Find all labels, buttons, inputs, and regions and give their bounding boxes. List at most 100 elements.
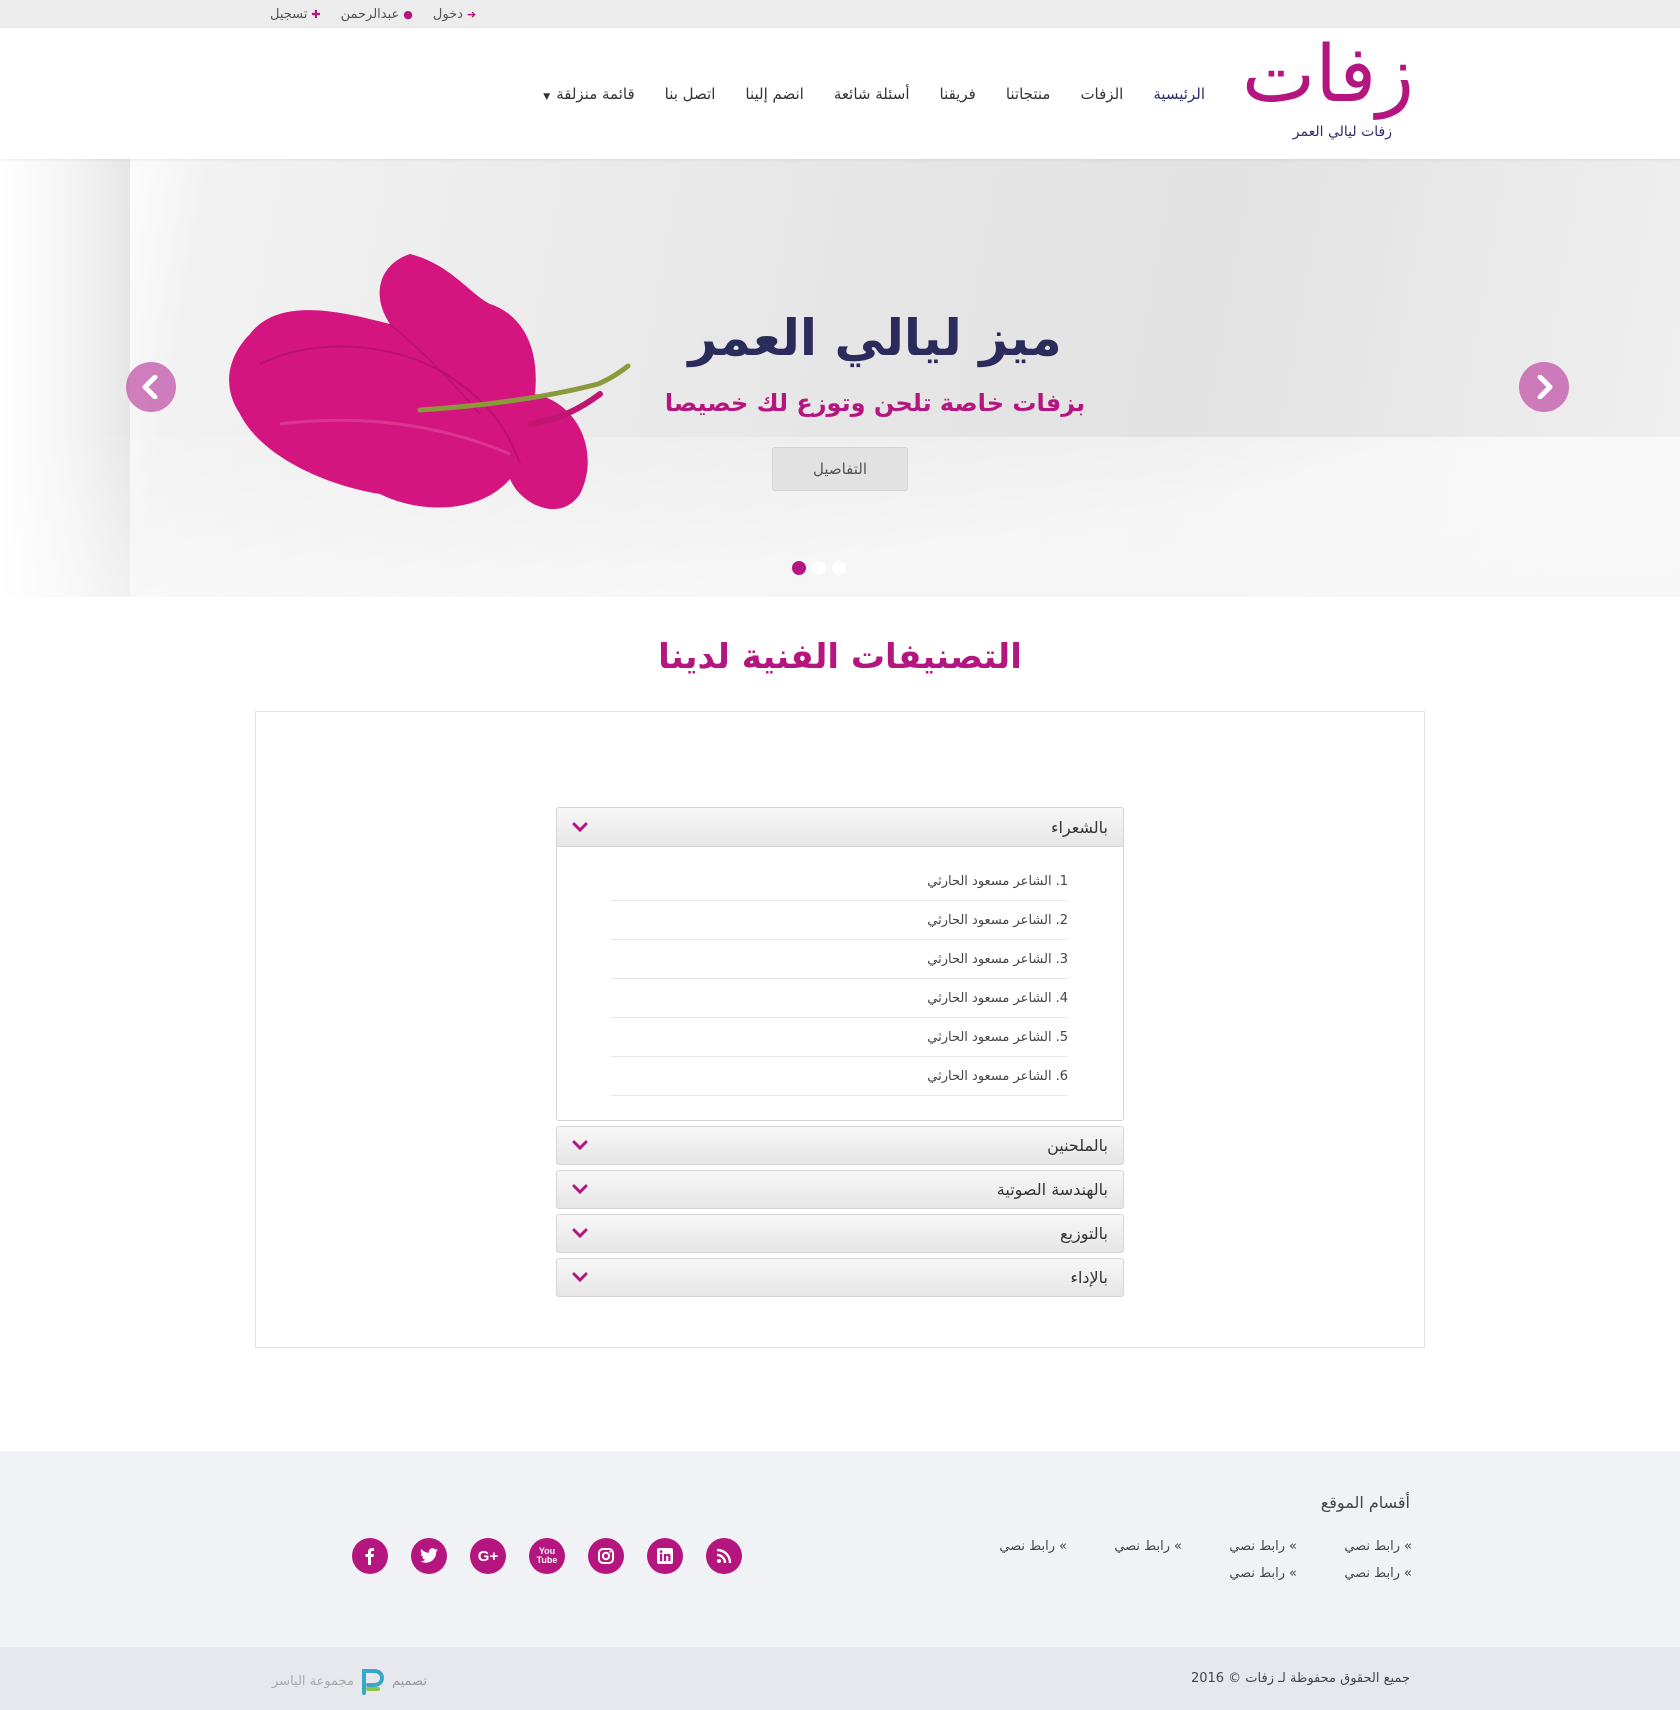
accordion-header-composers[interactable]: بالملحنين bbox=[556, 1126, 1124, 1165]
list-item[interactable]: 4. الشاعر مسعود الحارثي bbox=[611, 979, 1068, 1018]
user-link[interactable]: ● عبدالرحمن bbox=[341, 7, 413, 22]
nav-item-dropdown[interactable]: قائمة منزلقة ▼ bbox=[528, 85, 649, 103]
design-label: تصميم bbox=[391, 1673, 427, 1689]
dropdown-label: قائمة منزلقة bbox=[556, 84, 635, 103]
next-slide-button[interactable] bbox=[1519, 362, 1569, 412]
double-angle-icon: » bbox=[1059, 1539, 1067, 1554]
details-button[interactable]: التفاصيل bbox=[772, 447, 908, 491]
accordion-title: بالإداء bbox=[1070, 1268, 1108, 1287]
list-item-number: 6. bbox=[1055, 1068, 1068, 1084]
facebook-icon[interactable] bbox=[352, 1538, 388, 1574]
nav-item-home[interactable]: الرئيسية bbox=[1138, 85, 1220, 103]
instagram-icon[interactable] bbox=[588, 1538, 624, 1574]
social-links: G+ You Tube bbox=[352, 1538, 742, 1574]
top-bar: ✚ تسجيل ● عبدالرحمن ➜ دخول bbox=[0, 0, 1680, 28]
chevron-down-icon bbox=[572, 1136, 588, 1155]
categories-panel: بالشعراء 1. الشاعر مسعود الحارثي 2. الشاعر… bbox=[255, 711, 1425, 1348]
footer-link[interactable]: »رابط نصي bbox=[1067, 1539, 1182, 1554]
accordion-title: بالملحنين bbox=[1047, 1136, 1108, 1155]
slider-dots bbox=[792, 561, 846, 575]
list-item[interactable]: 2. الشاعر مسعود الحارثي bbox=[611, 901, 1068, 940]
accordion-header-distribution[interactable]: بالتوزيع bbox=[556, 1214, 1124, 1253]
hero-subtitle: بزفات خاصة تلحن وتوزع لك خصيصا bbox=[664, 389, 1086, 417]
chevron-left-icon bbox=[142, 375, 158, 399]
footer-link[interactable]: »رابط نصي bbox=[1182, 1539, 1297, 1554]
user-label: عبدالرحمن bbox=[340, 6, 400, 22]
sign-in-icon: ➜ bbox=[466, 7, 477, 21]
site-header: زفات زفات ليالي العمر الرئيسية الزفات من… bbox=[0, 28, 1680, 159]
nav-item-faq[interactable]: أسئلة شائعة bbox=[819, 85, 925, 103]
logo-text: زفات bbox=[1241, 29, 1414, 120]
designer-logo-icon bbox=[361, 1669, 384, 1695]
list-item-number: 5. bbox=[1055, 1029, 1068, 1045]
user-plus-icon: ✚ bbox=[311, 7, 321, 21]
list-item-label: الشاعر مسعود الحارثي bbox=[927, 951, 1052, 967]
slider-dot-1[interactable] bbox=[792, 561, 806, 575]
main-nav: الرئيسية الزفات منتجاتنا فريقنا أسئلة شا… bbox=[528, 85, 1220, 103]
accordion-header-performance[interactable]: بالإداء bbox=[556, 1258, 1124, 1297]
list-item[interactable]: 6. الشاعر مسعود الحارثي bbox=[611, 1057, 1068, 1096]
footer-links: »رابط نصي »رابط نصي »رابط نصي »رابط نصي … bbox=[992, 1539, 1412, 1581]
footer-link[interactable]: »رابط نصي bbox=[1182, 1566, 1297, 1581]
nav-item-team[interactable]: فريقنا bbox=[925, 85, 991, 103]
footer-link[interactable]: »رابط نصي bbox=[1297, 1566, 1412, 1581]
logo-tagline: زفات ليالي العمر bbox=[1292, 123, 1392, 140]
hero-title: ميز ليالي العمر bbox=[688, 309, 1062, 367]
accordion-title: بالهندسة الصوتية bbox=[996, 1180, 1108, 1199]
copyright-bar: جميع الحقوق محفوظة لـ زفات © 2016 تصميم … bbox=[0, 1647, 1680, 1710]
register-link[interactable]: ✚ تسجيل bbox=[270, 7, 321, 22]
list-item-number: 1. bbox=[1055, 873, 1068, 889]
section-title: التصنيفات الفنية لدينا bbox=[658, 637, 1022, 677]
login-label: دخول bbox=[432, 6, 463, 22]
double-angle-icon: » bbox=[1174, 1539, 1182, 1554]
list-item-label: الشاعر مسعود الحارثي bbox=[927, 873, 1052, 889]
categories-accordion: بالشعراء 1. الشاعر مسعود الحارثي 2. الشاعر… bbox=[556, 807, 1124, 1302]
chevron-down-icon bbox=[572, 1268, 588, 1287]
accordion-body-poets: 1. الشاعر مسعود الحارثي 2. الشاعر مسعود ال… bbox=[557, 847, 1123, 1120]
list-item-number: 3. bbox=[1055, 951, 1068, 967]
login-link[interactable]: ➜ دخول bbox=[433, 7, 476, 22]
google-plus-icon[interactable]: G+ bbox=[470, 1538, 506, 1574]
double-angle-icon: » bbox=[1289, 1539, 1297, 1554]
copyright-text: جميع الحقوق محفوظة لـ زفات © 2016 bbox=[1190, 1671, 1410, 1686]
double-angle-icon: » bbox=[1289, 1566, 1297, 1581]
list-item-label: الشاعر مسعود الحارثي bbox=[927, 990, 1052, 1006]
youtube-icon[interactable]: You Tube bbox=[529, 1538, 565, 1574]
footer-link[interactable]: »رابط نصي bbox=[1297, 1539, 1412, 1554]
chevron-right-icon bbox=[1537, 375, 1553, 399]
hero-slider: ميز ليالي العمر بزفات خاصة تلحن وتوزع لك… bbox=[0, 159, 1680, 597]
designer-name: مجموعة الياسر bbox=[272, 1673, 354, 1689]
list-item[interactable]: 3. الشاعر مسعود الحارثي bbox=[611, 940, 1068, 979]
footer-link[interactable]: »رابط نصي bbox=[952, 1539, 1067, 1554]
register-label: تسجيل bbox=[270, 6, 308, 22]
caret-down-icon: ▼ bbox=[543, 91, 551, 102]
nav-item-zaffat[interactable]: الزفات bbox=[1065, 85, 1138, 103]
prev-slide-button[interactable] bbox=[126, 362, 176, 412]
chevron-down-icon bbox=[572, 1180, 588, 1199]
user-icon: ● bbox=[403, 7, 413, 21]
list-item-label: الشاعر مسعود الحارثي bbox=[927, 1029, 1052, 1045]
chevron-down-icon bbox=[572, 1224, 588, 1243]
footer-title: أقسام الموقع bbox=[1320, 1493, 1410, 1512]
accordion-title: بالتوزيع bbox=[1060, 1224, 1108, 1243]
poets-list: 1. الشاعر مسعود الحارثي 2. الشاعر مسعود ال… bbox=[611, 862, 1068, 1096]
linkedin-icon[interactable] bbox=[647, 1538, 683, 1574]
list-item-number: 4. bbox=[1055, 990, 1068, 1006]
nav-item-join[interactable]: انضم إلينا bbox=[730, 85, 818, 103]
nav-item-contact[interactable]: اتصل بنا bbox=[650, 85, 731, 103]
site-footer: أقسام الموقع »رابط نصي »رابط نصي »رابط ن… bbox=[0, 1451, 1680, 1647]
twitter-icon[interactable] bbox=[411, 1538, 447, 1574]
site-logo[interactable]: زفات زفات ليالي العمر bbox=[1242, 36, 1418, 144]
slider-dot-2[interactable] bbox=[812, 561, 826, 575]
designer-credit[interactable]: تصميم مجموعة الياسر bbox=[272, 1667, 427, 1695]
list-item[interactable]: 5. الشاعر مسعود الحارثي bbox=[611, 1018, 1068, 1057]
slider-dot-3[interactable] bbox=[832, 561, 846, 575]
accordion-header-poets[interactable]: بالشعراء bbox=[557, 808, 1123, 847]
list-item-label: الشاعر مسعود الحارثي bbox=[927, 912, 1052, 928]
rss-icon[interactable] bbox=[706, 1538, 742, 1574]
accordion-header-sound-engineering[interactable]: بالهندسة الصوتية bbox=[556, 1170, 1124, 1209]
accordion-item-poets: بالشعراء 1. الشاعر مسعود الحارثي 2. الشاعر… bbox=[556, 807, 1124, 1121]
double-angle-icon: » bbox=[1404, 1566, 1412, 1581]
nav-item-products[interactable]: منتجاتنا bbox=[991, 85, 1066, 103]
list-item[interactable]: 1. الشاعر مسعود الحارثي bbox=[611, 862, 1068, 901]
